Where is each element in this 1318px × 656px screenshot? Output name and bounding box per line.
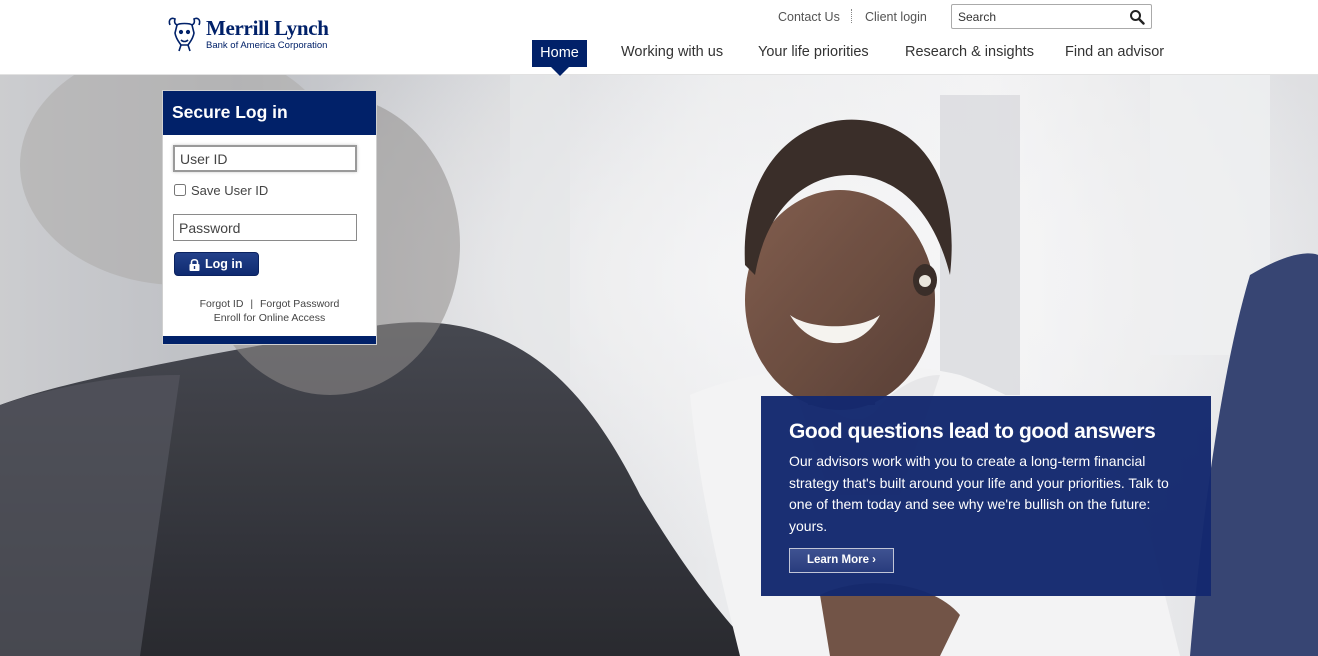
save-user-id-label[interactable]: Save User ID (191, 183, 268, 198)
brand-subtitle: Bank of America Corporation (206, 40, 328, 51)
nav-home[interactable]: Home (532, 40, 587, 67)
lock-icon (189, 258, 200, 271)
promo-panel: Good questions lead to good answers Our … (761, 396, 1211, 596)
enroll-link[interactable]: Enroll for Online Access (214, 312, 325, 324)
search-icon[interactable] (1129, 9, 1145, 25)
contact-us-link[interactable]: Contact Us (778, 10, 840, 24)
login-header: Secure Log in (163, 91, 376, 135)
learn-more-button[interactable]: Learn More › (789, 548, 894, 573)
promo-title: Good questions lead to good answers (789, 420, 1156, 443)
site-header: Merrill Lynch Bank of America Corporatio… (0, 0, 1318, 75)
secure-login-panel: Secure Log in Save User ID Log in Forgot… (162, 90, 377, 345)
search-input[interactable] (958, 8, 1118, 25)
active-nav-indicator (550, 66, 570, 76)
nav-research-insights[interactable]: Research & insights (905, 44, 1034, 65)
bull-logo-icon (168, 17, 201, 52)
nav-find-advisor[interactable]: Find an advisor (1065, 44, 1164, 65)
brand-name: Merrill Lynch (206, 16, 329, 40)
forgot-id-link[interactable]: Forgot ID (200, 298, 244, 310)
promo-body: Our advisors work with you to create a l… (789, 453, 1169, 534)
forgot-password-link[interactable]: Forgot Password (260, 298, 339, 310)
login-title: Secure Log in (172, 102, 288, 122)
nav-life-priorities[interactable]: Your life priorities (758, 44, 869, 65)
utility-separator (851, 9, 852, 23)
login-footer-bar (163, 336, 376, 344)
log-in-label: Log in (205, 257, 243, 271)
password-input[interactable] (173, 214, 357, 241)
search-box (951, 4, 1152, 29)
client-login-link[interactable]: Client login (865, 10, 927, 24)
link-separator: | (250, 298, 254, 310)
save-user-id-checkbox[interactable] (174, 184, 186, 196)
login-help-links: Forgot ID | Forgot Password Enroll for O… (163, 297, 376, 325)
merrill-lynch-logo[interactable]: Merrill Lynch Bank of America Corporatio… (167, 15, 337, 55)
log-in-button[interactable]: Log in (174, 252, 259, 276)
nav-working-with-us[interactable]: Working with us (621, 44, 723, 65)
user-id-input[interactable] (173, 145, 357, 172)
